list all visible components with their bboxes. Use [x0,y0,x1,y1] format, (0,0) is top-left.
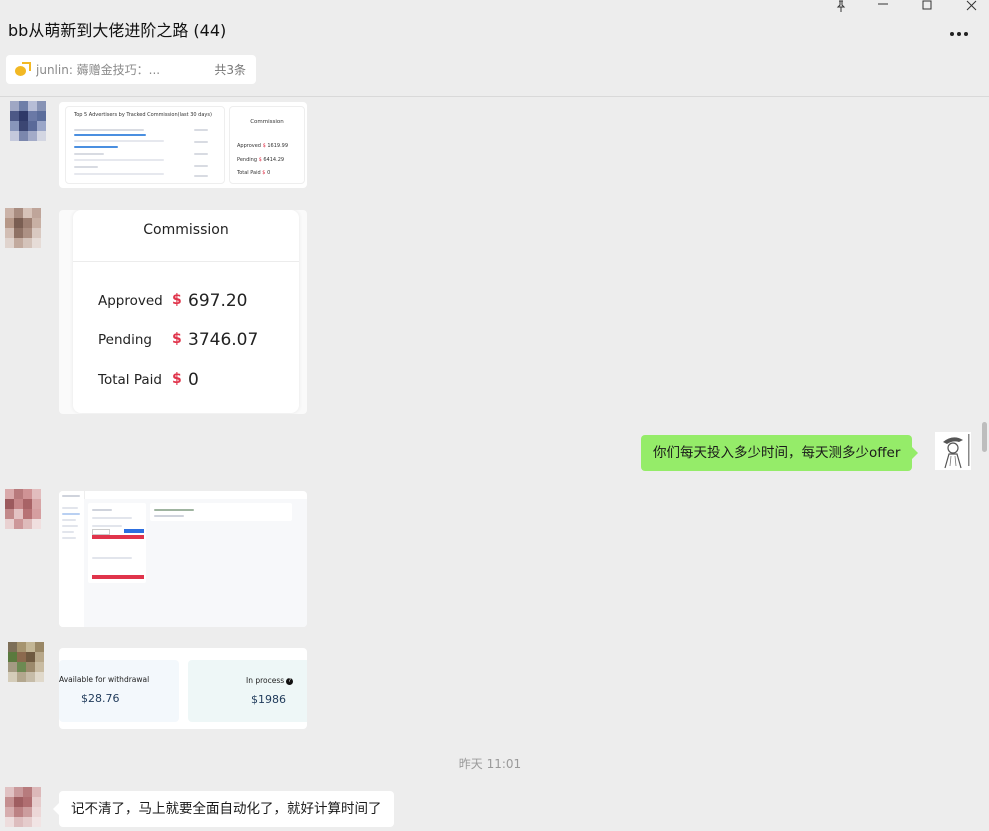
close-icon[interactable] [956,0,986,14]
avatar[interactable] [8,642,44,682]
commission-label-total-paid: Total Paid [98,372,162,388]
in-process-value: $1986 [251,693,286,706]
dashboard-advertisers-panel: Top 5 Advertisers by Tracked Commission(… [65,106,225,184]
image-message-commission[interactable]: Commission Approved $ 697.20 Pending $ 3… [59,210,307,414]
currency-symbol: $ [172,292,182,308]
dashboard-commission-panel: Commission Approved $ 1619.99 Pending $ … [229,106,305,184]
chat-title: bb从萌新到大佬进阶之路 (44) [8,21,227,40]
currency-symbol: $ [172,371,182,387]
dashboard-panel-title: Top 5 Advertisers by Tracked Commission(… [74,112,212,118]
image-message-withdrawal[interactable]: Available for withdrawal $28.76 In proce… [59,648,307,729]
currency-symbol: $ [172,331,182,347]
minimize-icon[interactable] [868,0,898,14]
avatar[interactable] [5,489,49,529]
pinned-message-count: 共3条 [214,63,246,77]
available-withdrawal-value: $28.76 [81,692,120,705]
app-main-area [84,499,307,627]
commission-value-pending: 3746.07 [188,330,259,350]
dashboard-row-pending: Pending $ 6414.29 [237,157,285,163]
my-avatar[interactable] [935,432,971,470]
pinned-message-bar[interactable]: junlin: 薅赠金技巧：... 共3条 [6,55,256,84]
image-message-app-screenshot[interactable] [59,491,307,627]
avatar[interactable] [10,101,46,141]
my-message-bubble[interactable]: 你们每天投入多少时间，每天测多少offer [641,435,919,471]
commission-label-pending: Pending [98,332,152,348]
pin-icon[interactable] [826,0,856,14]
commission-label-approved: Approved [98,293,163,309]
maximize-icon[interactable] [912,0,942,14]
pinned-message-icon [14,61,31,78]
reply-message-bubble[interactable]: 记不清了，马上就要全面自动化了，就好计算时间了 [53,791,394,827]
more-options-icon[interactable] [944,26,974,42]
info-icon[interactable]: ? [286,677,294,685]
available-withdrawal-label: Available for withdrawal [59,675,150,684]
chat-message-list[interactable]: Top 5 Advertisers by Tracked Commission(… [0,97,989,831]
message-timestamp: 昨天 11:01 [458,757,522,771]
commission-card: Commission Approved $ 697.20 Pending $ 3… [73,210,299,413]
commission-heading: Commission [143,222,229,238]
chat-header: bb从萌新到大佬进阶之路 (44) junlin: 薅赠金技巧：... 共3条 [0,0,989,97]
pinned-message-text: junlin: 薅赠金技巧：... [36,63,161,77]
dashboard-row-approved: Approved $ 1619.99 [237,143,289,149]
chat-scrollbar[interactable] [982,422,987,452]
commission-value-total-paid: 0 [188,370,199,390]
avatar[interactable] [5,787,49,827]
in-process-label: In process? [246,676,294,685]
in-process-panel: In process? $1986 [188,660,307,722]
avatar[interactable] [5,208,49,248]
available-withdrawal-panel: Available for withdrawal $28.76 [59,660,179,722]
app-sidebar [59,491,85,627]
dashboard-row-total-paid: Total Paid $ 0 [237,170,271,176]
dashboard-commission-heading: Commission [250,119,284,125]
image-message-dashboard[interactable]: Top 5 Advertisers by Tracked Commission(… [59,102,307,188]
commission-value-approved: 697.20 [188,291,248,311]
